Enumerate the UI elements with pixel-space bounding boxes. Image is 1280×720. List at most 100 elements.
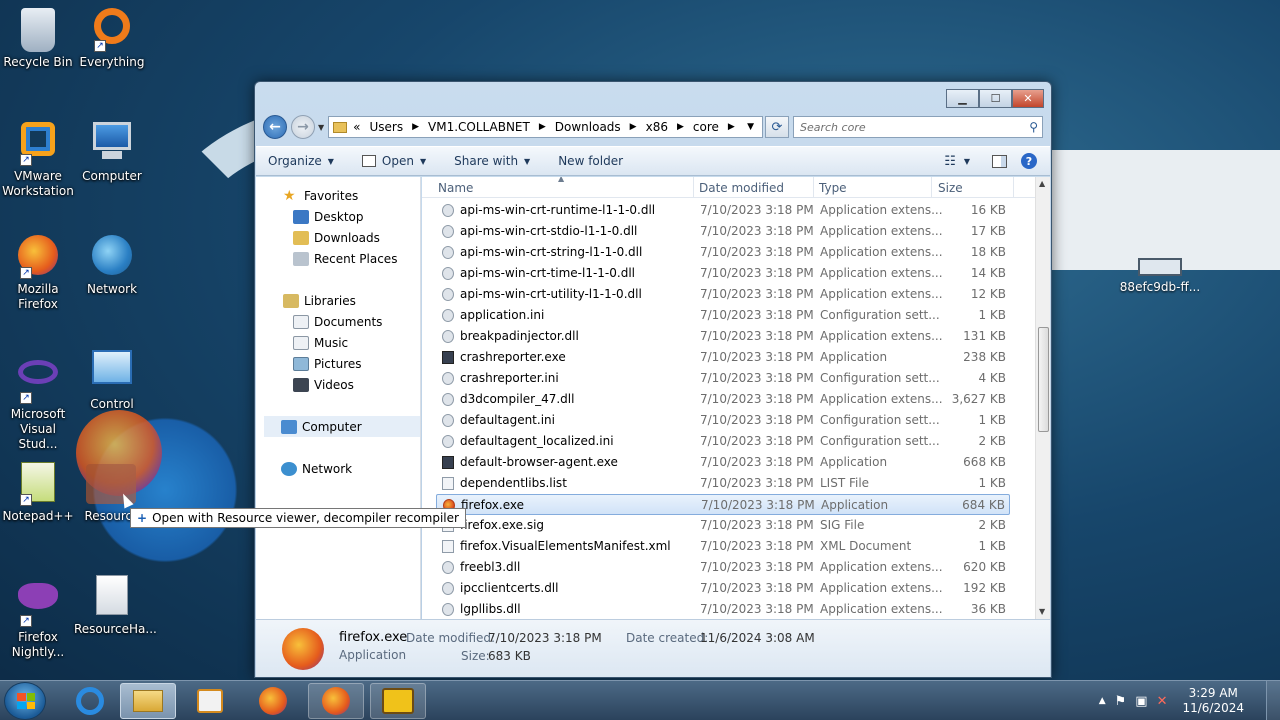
nav-favorites[interactable]: ★ Favorites: [283, 189, 358, 203]
show-desktop-button[interactable]: [1266, 681, 1280, 720]
desktop-icon-everything[interactable]: ↗ Everything: [74, 8, 150, 70]
file-row[interactable]: firefox.exe.sig 7/10/2023 3:18 PM SIG File…: [436, 515, 1010, 536]
column-size[interactable]: Size: [938, 181, 963, 195]
breadcrumb-core[interactable]: core: [693, 120, 719, 134]
start-button[interactable]: [4, 682, 46, 720]
file-row[interactable]: ipcclientcerts.dll 7/10/2023 3:18 PM Appli…: [436, 578, 1010, 599]
column-divider[interactable]: [693, 177, 694, 198]
file-row[interactable]: crashreporter.exe 7/10/2023 3:18 PM Applic…: [436, 347, 1010, 368]
file-row[interactable]: default-browser-agent.exe 7/10/2023 3:18 …: [436, 452, 1010, 473]
file-row[interactable]: api-ms-win-crt-stdio-l1-1-0.dll 7/10/2023…: [436, 221, 1010, 242]
close-button[interactable]: ✕: [1012, 89, 1044, 108]
back-button[interactable]: ←: [263, 115, 287, 139]
desktop-icon-file[interactable]: 88efc9db-ff...: [1118, 258, 1202, 294]
file-row[interactable]: defaultagent.ini 7/10/2023 3:18 PM Configu…: [436, 410, 1010, 431]
desktop-icon-firefox[interactable]: ↗ Mozilla Firefox: [0, 235, 76, 312]
desktop-icon-control-panel[interactable]: Control: [74, 350, 150, 412]
chevron-down-icon[interactable]: ▼: [964, 157, 970, 166]
action-center-icon[interactable]: ⚑: [1115, 694, 1127, 709]
breadcrumb-user[interactable]: VM1.COLLABNET: [428, 120, 530, 134]
taskbar-resource-hacker[interactable]: [370, 683, 426, 719]
nav-music[interactable]: Music: [293, 336, 348, 350]
search-input[interactable]: Search core ⚲: [793, 116, 1043, 138]
nav-libraries[interactable]: Libraries: [283, 294, 356, 308]
scroll-down-icon[interactable]: ▼: [1039, 607, 1045, 616]
chevron-right-icon[interactable]: ▶: [728, 122, 735, 132]
nav-computer[interactable]: Computer: [264, 416, 420, 437]
taskbar-firefox[interactable]: [245, 683, 301, 719]
minimize-button[interactable]: ▁: [946, 89, 979, 108]
help-icon[interactable]: ?: [1021, 153, 1037, 169]
taskbar-firefox-running[interactable]: [308, 683, 364, 719]
chevron-right-icon[interactable]: ▶: [539, 122, 546, 132]
column-type[interactable]: Type: [819, 181, 847, 195]
share-with-button[interactable]: Share with ▼: [454, 154, 530, 168]
desktop-icon-vmware[interactable]: ↗ VMware Workstation: [0, 122, 76, 199]
taskbar-media-player[interactable]: [182, 683, 238, 719]
desktop-icon-recycle-bin[interactable]: Recycle Bin: [0, 8, 76, 70]
network-status-icon[interactable]: ▣: [1135, 694, 1147, 709]
desktop-icon-network[interactable]: Network: [74, 235, 150, 297]
breadcrumb-downloads[interactable]: Downloads: [555, 120, 621, 134]
desktop-icon-resource-hacker-setup[interactable]: ResourceHa...: [74, 575, 157, 637]
breadcrumb-x86[interactable]: x86: [646, 120, 668, 134]
chevron-right-icon[interactable]: ▶: [630, 122, 637, 132]
nav-recent-places[interactable]: Recent Places: [293, 252, 397, 266]
file-row[interactable]: firefox.VisualElementsManifest.xml 7/10/2…: [436, 536, 1010, 557]
file-row[interactable]: application.ini 7/10/2023 3:18 PM Configur…: [436, 305, 1010, 326]
address-bar[interactable]: « Users ▶ VM1.COLLABNET ▶ Downloads ▶ x86 ▶ …: [328, 116, 763, 138]
file-list[interactable]: Name ▲ Date modified Type Size api-ms-wi…: [422, 177, 1050, 619]
view-options-icon[interactable]: ☷: [944, 154, 956, 169]
file-row[interactable]: api-ms-win-crt-time-l1-1-0.dll 7/10/2023 …: [436, 263, 1010, 284]
nav-downloads[interactable]: Downloads: [293, 231, 380, 245]
nav-desktop[interactable]: Desktop: [293, 210, 364, 224]
column-divider[interactable]: [931, 177, 932, 198]
new-folder-button[interactable]: New folder: [558, 154, 623, 168]
volume-muted-icon[interactable]: ✕: [1157, 694, 1168, 709]
desktop-icon-notepadpp[interactable]: ↗ Notepad++: [0, 462, 76, 524]
breadcrumb-overflow[interactable]: «: [353, 120, 360, 134]
nav-documents[interactable]: Documents: [293, 315, 382, 329]
vertical-scrollbar[interactable]: ▲ ▼: [1035, 177, 1050, 619]
file-row[interactable]: freebl3.dll 7/10/2023 3:18 PM Application …: [436, 557, 1010, 578]
clock[interactable]: 3:29 AM 11/6/2024: [1182, 686, 1244, 716]
file-row[interactable]: lgpllibs.dll 7/10/2023 3:18 PM Application…: [436, 599, 1010, 619]
taskbar-explorer[interactable]: [120, 683, 176, 719]
address-dropdown-icon[interactable]: ▼: [747, 122, 754, 132]
file-row[interactable]: api-ms-win-crt-string-l1-1-0.dll 7/10/202…: [436, 242, 1010, 263]
file-row[interactable]: api-ms-win-crt-runtime-l1-1-0.dll 7/10/20…: [436, 200, 1010, 221]
file-row[interactable]: d3dcompiler_47.dll 7/10/2023 3:18 PM Appli…: [436, 389, 1010, 410]
column-date-modified[interactable]: Date modified: [699, 181, 784, 195]
scroll-up-icon[interactable]: ▲: [1039, 179, 1045, 188]
taskbar-internet-explorer[interactable]: [62, 683, 118, 719]
column-divider[interactable]: [1013, 177, 1014, 198]
nav-network[interactable]: Network: [281, 462, 352, 476]
desktop-icon-computer[interactable]: Computer: [74, 122, 150, 184]
desktop-icon-firefox-nightly[interactable]: ↗ Firefox Nightly...: [0, 575, 76, 660]
file-row[interactable]: defaultagent_localized.ini 7/10/2023 3:18…: [436, 431, 1010, 452]
file-row[interactable]: crashreporter.ini 7/10/2023 3:18 PM Config…: [436, 368, 1010, 389]
file-row[interactable]: api-ms-win-crt-utility-l1-1-0.dll 7/10/20…: [436, 284, 1010, 305]
file-row[interactable]: firefox.exe 7/10/2023 3:18 PM Application 6…: [436, 494, 1010, 515]
explorer-window[interactable]: ▁ ☐ ✕ ← → ▼ « Users ▶ VM1.COLLABNET ▶ Down…: [254, 81, 1052, 678]
show-hidden-icons-icon[interactable]: ▲: [1099, 696, 1106, 706]
maximize-button[interactable]: ☐: [979, 89, 1012, 108]
desktop-icon-visual-studio[interactable]: ↗ Microsoft Visual Stud...: [0, 350, 76, 452]
file-row[interactable]: breakpadinjector.dll 7/10/2023 3:18 PM App…: [436, 326, 1010, 347]
chevron-right-icon[interactable]: ▶: [412, 122, 419, 132]
open-button[interactable]: Open ▼: [361, 154, 426, 168]
nav-pictures[interactable]: Pictures: [293, 357, 362, 371]
file-row[interactable]: dependentlibs.list 7/10/2023 3:18 PM LIST …: [436, 473, 1010, 494]
nav-videos[interactable]: Videos: [293, 378, 354, 392]
scroll-thumb[interactable]: [1038, 327, 1049, 432]
recent-pages-dropdown[interactable]: ▼: [318, 123, 324, 132]
chevron-right-icon[interactable]: ▶: [677, 122, 684, 132]
refresh-button[interactable]: ⟳: [765, 116, 789, 138]
breadcrumb-users[interactable]: Users: [370, 120, 404, 134]
organize-button[interactable]: Organize ▼: [268, 154, 334, 168]
column-divider[interactable]: [813, 177, 814, 198]
column-name[interactable]: Name: [438, 181, 473, 195]
preview-pane-icon[interactable]: [992, 154, 1007, 168]
forward-button[interactable]: →: [291, 115, 315, 139]
file-size: 238 KB: [963, 350, 1006, 364]
